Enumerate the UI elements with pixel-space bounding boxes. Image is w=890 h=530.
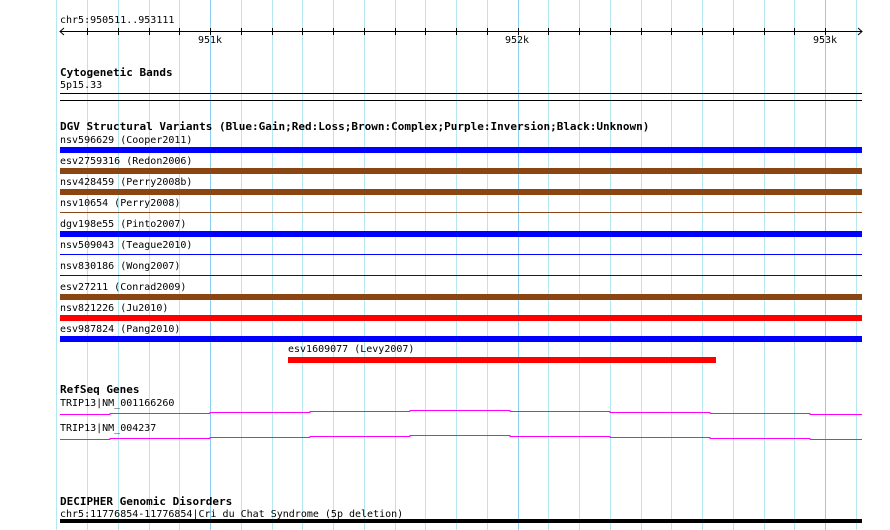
track-title-cytobands[interactable]: Cytogenetic Bands <box>60 67 173 79</box>
gene-model[interactable] <box>60 410 862 415</box>
tick-label-952k: 952k <box>505 35 530 46</box>
variant-bar-gain[interactable] <box>60 147 862 153</box>
variant-bar-gain[interactable] <box>60 336 862 342</box>
gene-label[interactable]: TRIP13|NM_001166260 <box>60 398 174 409</box>
tick-label-953k: 953k <box>813 35 838 46</box>
variant-label[interactable]: esv27211 (Conrad2009) <box>60 282 186 293</box>
variant-label[interactable]: esv987824 (Pang2010) <box>60 324 180 335</box>
variant-bar-gain[interactable] <box>60 231 862 237</box>
track-title-dgv[interactable]: DGV Structural Variants (Blue:Gain;Red:L… <box>60 121 649 133</box>
variant-label[interactable]: nsv10654 (Perry2008) <box>60 198 180 209</box>
variant-bar-loss[interactable] <box>288 357 716 363</box>
variant-bar-complex[interactable] <box>60 212 862 213</box>
variant-bar-complex[interactable] <box>60 189 862 195</box>
tick-label-951k: 951k <box>198 35 223 46</box>
gene-label[interactable]: TRIP13|NM_004237 <box>60 423 156 434</box>
variant-label[interactable]: nsv428459 (Perry2008b) <box>60 177 192 188</box>
variant-label[interactable]: dgv198e55 (Pinto2007) <box>60 219 186 230</box>
track-title-decipher[interactable]: DECIPHER Genomic Disorders <box>60 496 232 508</box>
gene-model[interactable] <box>60 435 862 440</box>
variant-bar-gain[interactable] <box>60 275 862 276</box>
cytoband-label: 5p15.33 <box>60 80 103 91</box>
variant-bar-complex[interactable] <box>60 168 862 174</box>
variant-bar-loss[interactable] <box>60 315 862 321</box>
variant-label[interactable]: esv1609077 (Levy2007) <box>288 344 414 355</box>
decipher-entry-label[interactable]: chr5:11776854-11776854|Cri du Chat Syndr… <box>60 509 403 520</box>
variant-bar-complex[interactable] <box>60 294 862 300</box>
variant-label[interactable]: nsv830186 (Wong2007) <box>60 261 180 272</box>
track-title-refseq[interactable]: RefSeq Genes <box>60 384 139 396</box>
variant-label[interactable]: esv2759316 (Redon2006) <box>60 156 192 167</box>
variant-label[interactable]: nsv821226 (Ju2010) <box>60 303 168 314</box>
variant-bar-gain[interactable] <box>60 254 862 255</box>
ruler-location: chr5:950511..953111 <box>60 15 175 26</box>
variant-label[interactable]: nsv509043 (Teague2010) <box>60 240 192 251</box>
variant-label[interactable]: nsv596629 (Cooper2011) <box>60 135 192 146</box>
